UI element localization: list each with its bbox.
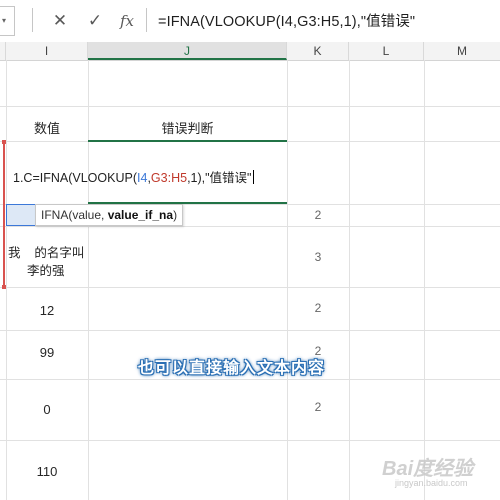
baidu-watermark-logo: Bai度经验 bbox=[382, 458, 474, 480]
column-header-m[interactable]: M bbox=[424, 42, 500, 60]
formula-ref-g3h5: G3:H5 bbox=[150, 171, 188, 185]
range-reference-border bbox=[3, 141, 5, 287]
formula-bar-divider bbox=[32, 8, 33, 32]
formula-ref-i4: I4 bbox=[137, 171, 148, 185]
cancel-icon[interactable]: ✕ bbox=[47, 8, 73, 34]
cell-i-110[interactable]: 110 bbox=[6, 464, 88, 479]
gridline bbox=[0, 379, 500, 380]
column-header-k[interactable]: K bbox=[287, 42, 349, 60]
video-caption: 也可以直接输入文本内容 bbox=[138, 360, 326, 377]
cell-k-value[interactable]: 2 bbox=[287, 400, 349, 414]
function-tooltip[interactable]: IFNA(value, value_if_na) bbox=[35, 204, 184, 226]
range-handle[interactable] bbox=[2, 285, 6, 289]
gridline bbox=[424, 60, 425, 500]
gridline bbox=[287, 60, 288, 500]
cell-k-value[interactable]: 2 bbox=[287, 208, 349, 222]
insert-function-icon[interactable]: fx bbox=[114, 8, 140, 34]
formula-bar: ▾ ✕ ✓ fx =IFNA(VLOOKUP(I4,G3:H5,1),"值错误" bbox=[0, 0, 500, 43]
cell-formula-text[interactable]: 1.C=IFNA(VLOOKUP(I4,G3:H5,1),"值错误" bbox=[13, 167, 254, 186]
cell-i-0[interactable]: 0 bbox=[6, 402, 88, 417]
gridline bbox=[0, 287, 500, 288]
formula-input[interactable]: =IFNA(VLOOKUP(I4,G3:H5,1),"值错误" bbox=[158, 10, 415, 31]
column-header-i[interactable]: I bbox=[6, 42, 88, 60]
baidu-watermark-url: jingyan.baidu.com bbox=[395, 478, 468, 488]
cell-i-name-line2[interactable]: 李的强 bbox=[27, 260, 65, 279]
cell-i-name-line1[interactable]: 我 的名字叫 bbox=[8, 242, 84, 261]
range-handle[interactable] bbox=[2, 140, 6, 144]
cell-j-header[interactable]: 错误判断 bbox=[88, 118, 287, 137]
gridline bbox=[0, 440, 500, 441]
name-box-dropdown-icon[interactable]: ▾ bbox=[2, 16, 6, 25]
cell-i-99[interactable]: 99 bbox=[6, 345, 88, 360]
enter-icon[interactable]: ✓ bbox=[82, 8, 108, 34]
column-header-l[interactable]: L bbox=[349, 42, 424, 60]
column-header-j[interactable]: J bbox=[88, 42, 287, 60]
text-cursor bbox=[252, 170, 254, 184]
cell-i-12[interactable]: 12 bbox=[6, 303, 88, 318]
cell-k-value[interactable]: 3 bbox=[287, 250, 349, 264]
formula-input-divider bbox=[146, 8, 147, 32]
gridline bbox=[0, 106, 500, 107]
gridline bbox=[349, 60, 350, 500]
gridline bbox=[0, 330, 500, 331]
column-header-row: I J K L M bbox=[0, 42, 500, 61]
cell-k-value[interactable]: 2 bbox=[287, 301, 349, 315]
gridline bbox=[0, 226, 500, 227]
cell-i-header[interactable]: 数值 bbox=[6, 118, 88, 137]
